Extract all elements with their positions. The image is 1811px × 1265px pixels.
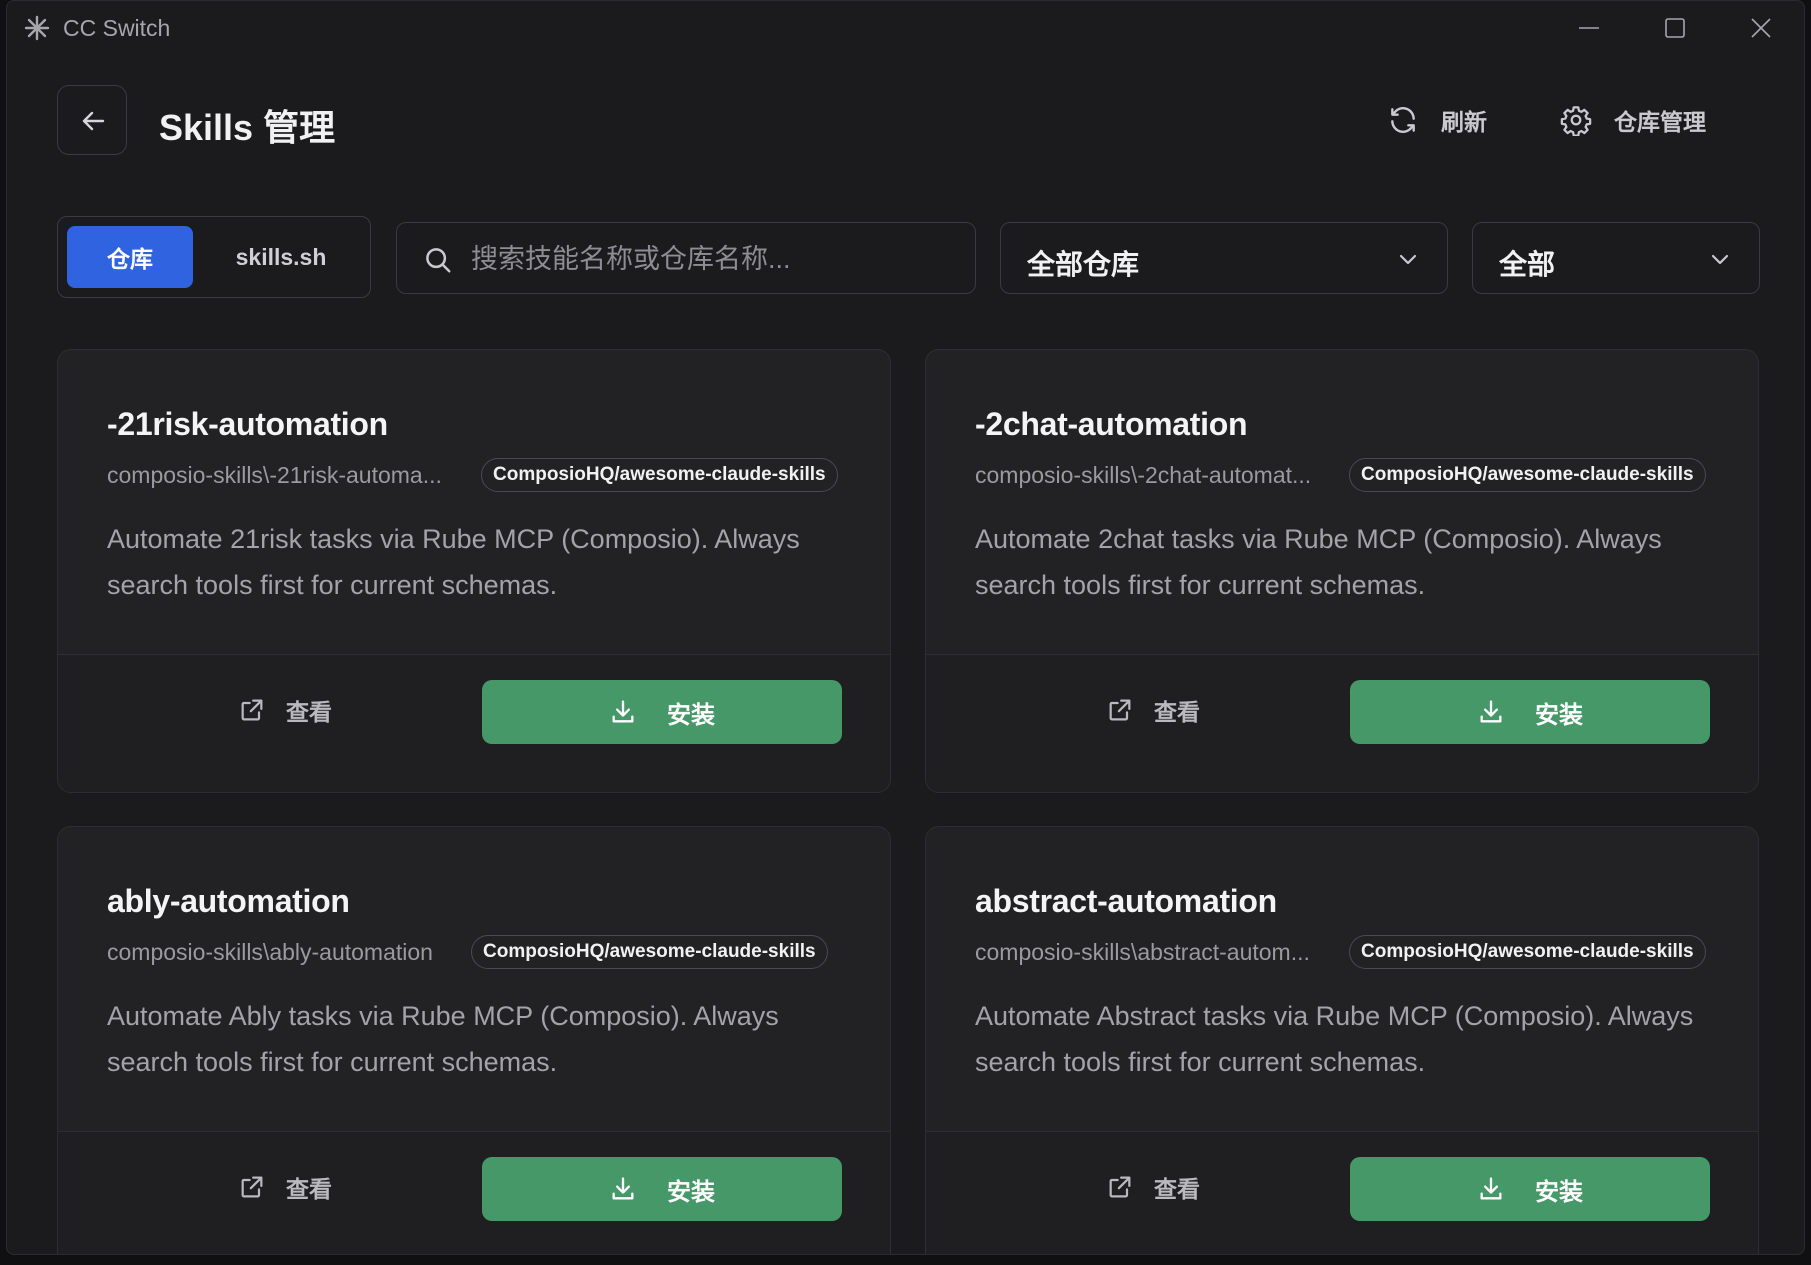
skill-path: composio-skills\abstract-autom...: [975, 939, 1310, 965]
view-label: 查看: [286, 1176, 332, 1202]
install-label: 安装: [1535, 1178, 1583, 1206]
repo-badge: ComposioHQ/awesome-claude-skills: [1349, 935, 1706, 969]
download-icon: [1480, 700, 1502, 723]
maximize-button[interactable]: [1650, 9, 1700, 47]
gear-icon: [1560, 106, 1592, 136]
install-label: 安装: [667, 701, 715, 729]
install-button[interactable]: 安装: [482, 1157, 842, 1221]
close-button[interactable]: [1736, 9, 1786, 47]
status-select-value: 全部: [1499, 249, 1556, 280]
card-footer: 查看 安装: [926, 654, 1758, 792]
download-icon: [612, 1177, 634, 1200]
view-label: 查看: [286, 699, 332, 725]
card-footer: 查看 安装: [58, 654, 890, 792]
view-label: 查看: [1154, 1176, 1200, 1202]
skill-path: composio-skills\-2chat-automat...: [975, 462, 1312, 488]
external-link-icon: [241, 1176, 263, 1198]
repo-badge: ComposioHQ/awesome-claude-skills: [1349, 458, 1706, 492]
install-label: 安装: [1535, 701, 1583, 729]
skill-name: -21risk-automation: [107, 406, 388, 442]
view-button[interactable]: 查看: [238, 693, 332, 727]
chevron-down-icon: [1399, 254, 1417, 265]
source-tabs: 仓库 skills.sh: [57, 216, 371, 298]
external-link-icon: [241, 699, 263, 721]
repo-select-value: 全部仓库: [1027, 249, 1140, 280]
install-button[interactable]: 安装: [482, 680, 842, 744]
install-button[interactable]: 安装: [1350, 1157, 1710, 1221]
skill-name: abstract-automation: [975, 883, 1277, 919]
skill-name: -2chat-automation: [975, 406, 1248, 442]
repo-manage-button[interactable]: 仓库管理: [1560, 97, 1706, 143]
maximize-icon: [1665, 18, 1685, 38]
window-title: CC Switch: [63, 15, 171, 41]
page-title: Skills 管理: [159, 107, 336, 148]
skill-description: Automate 2chat tasks via Rube MCP (Compo…: [975, 524, 1662, 600]
arrow-left-icon: [82, 111, 105, 131]
skill-path: composio-skills\-21risk-automa...: [107, 462, 442, 488]
skill-card: ably-automation composio-skills\ably-aut…: [57, 826, 891, 1254]
skill-description: Automate Ably tasks via Rube MCP (Compos…: [107, 1001, 779, 1077]
repo-select[interactable]: 全部仓库: [1000, 222, 1448, 294]
skill-description: Automate Abstract tasks via Rube MCP (Co…: [975, 1001, 1694, 1077]
tab-repo[interactable]: 仓库: [67, 226, 193, 288]
search-icon: [426, 248, 451, 273]
search-input[interactable]: [469, 237, 963, 281]
skill-card: abstract-automation composio-skills\abst…: [925, 826, 1759, 1254]
skill-card: -21risk-automation composio-skills\-21ri…: [57, 349, 891, 793]
card-footer: 查看 安装: [58, 1131, 890, 1254]
install-button[interactable]: 安装: [1350, 680, 1710, 744]
external-link-icon: [1109, 1176, 1131, 1198]
view-button[interactable]: 查看: [1106, 1170, 1200, 1204]
refresh-label: 刷新: [1441, 109, 1487, 135]
search-box: [396, 222, 976, 294]
status-select[interactable]: 全部: [1472, 222, 1760, 294]
view-button[interactable]: 查看: [1106, 693, 1200, 727]
app-logo-icon: [24, 15, 50, 41]
close-icon: [1751, 18, 1771, 38]
skill-description: Automate 21risk tasks via Rube MCP (Comp…: [107, 524, 800, 600]
download-icon: [1480, 1177, 1502, 1200]
skill-name: ably-automation: [107, 883, 350, 919]
back-button[interactable]: [57, 85, 127, 155]
minimize-button[interactable]: [1564, 9, 1614, 47]
title-bar: CC Switch: [7, 1, 1804, 55]
refresh-icon: [1391, 107, 1415, 133]
repo-manage-label: 仓库管理: [1614, 109, 1706, 135]
skill-path: composio-skills\ably-automation: [107, 939, 433, 965]
view-button[interactable]: 查看: [238, 1170, 332, 1204]
card-footer: 查看 安装: [926, 1131, 1758, 1254]
chevron-down-icon: [1711, 254, 1729, 265]
minimize-icon: [1579, 27, 1599, 29]
skill-card: -2chat-automation composio-skills\-2chat…: [925, 349, 1759, 793]
refresh-button[interactable]: 刷新: [1387, 97, 1487, 143]
tab-skills-sh[interactable]: skills.sh: [208, 226, 354, 288]
repo-badge: ComposioHQ/awesome-claude-skills: [471, 935, 828, 969]
repo-badge: ComposioHQ/awesome-claude-skills: [481, 458, 838, 492]
download-icon: [612, 700, 634, 723]
install-label: 安装: [667, 1178, 715, 1206]
external-link-icon: [1109, 699, 1131, 721]
view-label: 查看: [1154, 699, 1200, 725]
app-window: CC Switch Skills 管理 刷新 仓库管理 仓库 skills.sh…: [6, 0, 1805, 1255]
